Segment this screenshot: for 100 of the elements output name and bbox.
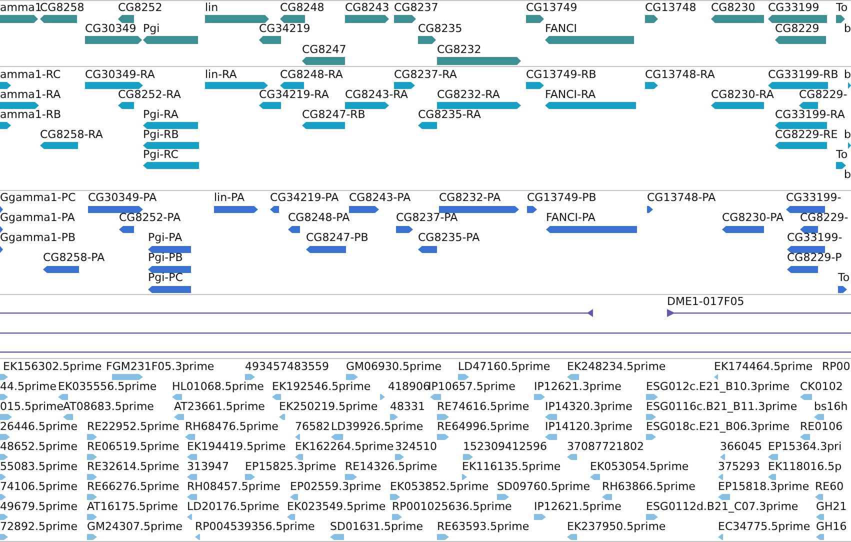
- transcript-label: b: [844, 168, 851, 182]
- est-label: CK0102: [800, 380, 843, 394]
- est-label: 366045: [720, 440, 762, 454]
- cds-label: CG8235-PA: [418, 231, 480, 245]
- est-label: SD09760.5prime: [497, 480, 590, 494]
- cds-label: Pgi-PC: [148, 271, 183, 285]
- est-label: SD01631.5prime: [330, 520, 423, 534]
- transcript-label: CG8247-RB: [302, 108, 366, 122]
- gene-label: amma1: [0, 1, 42, 15]
- cds-label: CG8229-P: [787, 251, 842, 265]
- transcript-label: CG13748-RA: [645, 68, 715, 82]
- est-label: 324510: [395, 440, 437, 454]
- est-label: EP15825.3prime: [245, 460, 336, 474]
- est-label: 76582: [295, 420, 330, 434]
- est-label: IP12621.5prime: [534, 500, 622, 514]
- est-label: 26446.5prime: [0, 420, 78, 434]
- gene-label: b: [844, 22, 851, 36]
- transcript-label: amma1-RB: [0, 108, 62, 122]
- gene-label: lin: [205, 1, 218, 15]
- est-label: EK053054.5prime: [590, 460, 689, 474]
- est-label: AT08683.5prime: [63, 400, 154, 414]
- est-label: HL01068.5prime: [172, 380, 264, 394]
- est-label: 72892.5prime: [0, 520, 78, 534]
- gene-label: CG34219: [259, 22, 310, 36]
- est-label: 152309412596: [463, 440, 547, 454]
- cds-label: Pgi-PA: [148, 231, 182, 245]
- transcript-label: Pgi-RB: [143, 128, 179, 142]
- cds-label: CG8247-PB: [306, 231, 368, 245]
- gene-label: CG8230: [711, 1, 756, 15]
- gene-label: CG8248: [280, 1, 324, 15]
- transcript-label: CG13749-RB: [526, 68, 596, 82]
- cds-label: FANCI-PA: [546, 211, 596, 225]
- est-label: IP14120.3prime: [545, 420, 632, 434]
- gene-label: CG13749: [526, 1, 578, 15]
- gene-label: CG8237: [394, 1, 438, 15]
- cds-label: CG34219-PA: [270, 191, 339, 205]
- transcript-label: CG8243-RA: [345, 88, 408, 102]
- transcript-label: CG8229-: [799, 88, 848, 102]
- transcript-label: CG33199-RA: [775, 108, 845, 122]
- gene-label: CG8235: [418, 22, 462, 36]
- est-label: 375293: [718, 460, 760, 474]
- cds-label: CG33199-: [787, 231, 842, 245]
- est-label: RE63593.5prime: [437, 520, 530, 534]
- est-label: RH08457.5prime: [187, 480, 280, 494]
- est-label: 313947: [187, 460, 229, 474]
- est-label: AT16175.5prime: [87, 500, 178, 514]
- transcript-label: CG8230-RA: [711, 88, 774, 102]
- est-label: EK023549.5prime: [287, 500, 386, 514]
- est-label: RE14326.5prime: [345, 460, 438, 474]
- est-label: IP10657.5prime: [428, 380, 516, 394]
- gene-label: CG8252: [118, 1, 162, 15]
- cds-label: Ggamma1-PA: [0, 211, 75, 225]
- transcript-label: b: [844, 128, 851, 142]
- cds-label: CG8248-PA: [288, 211, 350, 225]
- transcript-label: CG8252-RA: [118, 88, 181, 102]
- transcript-label: amma1-RC: [0, 68, 61, 82]
- cds-label: CG13748-PA: [647, 191, 716, 205]
- cds-label: CG8243-PA: [349, 191, 411, 205]
- est-label: bs16h: [814, 400, 848, 414]
- est-label: 49679.5prime: [0, 500, 78, 514]
- transcript-label: CG34219-RA: [259, 88, 329, 102]
- est-label: RP004539356.5prime: [195, 520, 315, 534]
- gene-label: Pgi: [143, 22, 160, 36]
- est-label: EK237950.5prime: [567, 520, 666, 534]
- est-label: 418906: [388, 380, 430, 394]
- est-label: 48331: [390, 400, 425, 414]
- est-label: RE66276.5prime: [87, 480, 180, 494]
- cds-label: To: [838, 271, 850, 285]
- est-label: EK116135.5prime: [462, 460, 561, 474]
- clone-label: DME1-017F05: [667, 295, 744, 309]
- transcript-label: Pgi-RC: [143, 148, 178, 162]
- est-label: EP15364.3pri: [768, 440, 842, 454]
- est-label: RE0106: [800, 420, 843, 434]
- cds-label: CG8258-PA: [43, 251, 105, 265]
- est-label: EK118016.5p: [768, 460, 842, 474]
- cds-label: Ggamma1-PB: [0, 231, 76, 245]
- est-label: RP001025636.5prime: [392, 500, 512, 514]
- est-label: EP15818.3prime: [718, 480, 810, 494]
- est-label: 74106.5prime: [0, 480, 78, 494]
- est-label: LD39926.5prime: [331, 420, 424, 434]
- cds-label: Pgi-PB: [148, 251, 183, 265]
- est-label: EC34775.5prime: [718, 520, 810, 534]
- cds-label: lin-PA: [214, 191, 245, 205]
- est-label: RE74616.5prime: [437, 400, 530, 414]
- transcript-label: lin-RA: [205, 68, 237, 82]
- transcript-label: amma1-RA: [0, 88, 61, 102]
- cds-label: CG8252-PA: [119, 211, 181, 225]
- cds-label: CG13749-PB: [527, 191, 596, 205]
- gene-label: CG8243: [345, 1, 390, 15]
- est-label: EK194419.5prime: [187, 440, 286, 454]
- transcript-label: CG8235-RA: [418, 108, 481, 122]
- est-label: ESG0112d.B21_C07.3prime: [646, 500, 798, 514]
- est-label: RP00: [822, 360, 850, 374]
- est-label: RE64996.5prime: [437, 420, 530, 434]
- est-label: RH63866.5prime: [602, 480, 696, 494]
- est-label: ESG018c.E21_B06.3prime: [646, 420, 790, 434]
- est-label: 493457483559: [245, 360, 329, 374]
- est-label: EK156302.5prime: [3, 360, 102, 374]
- gene-label: CG8229: [775, 22, 820, 36]
- gene-label: CG8258: [40, 1, 84, 15]
